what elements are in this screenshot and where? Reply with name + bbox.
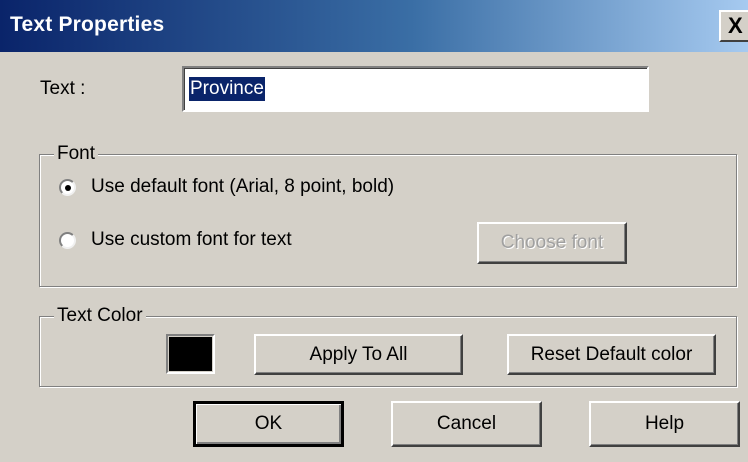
font-group-label: Font xyxy=(54,143,99,165)
reset-default-color-label: Reset Default color xyxy=(530,344,693,365)
choose-font-label: Choose font xyxy=(500,232,604,253)
help-button[interactable]: Help xyxy=(589,401,740,447)
default-font-label[interactable]: Use default font (Arial, 8 point, bold) xyxy=(91,176,394,198)
text-properties-dialog: Text Properties X Text : Province Font U… xyxy=(0,0,748,462)
cancel-button[interactable]: Cancel xyxy=(391,401,542,447)
custom-font-label[interactable]: Use custom font for text xyxy=(91,229,292,251)
title-bar[interactable]: Text Properties X xyxy=(0,0,748,52)
help-label: Help xyxy=(644,413,685,434)
color-swatch-fill xyxy=(169,337,212,371)
dialog-title: Text Properties xyxy=(10,13,165,36)
close-button[interactable]: X xyxy=(719,10,748,42)
reset-default-color-button[interactable]: Reset Default color xyxy=(507,334,716,375)
text-input[interactable]: Province xyxy=(182,66,649,112)
text-label: Text : xyxy=(40,78,86,99)
font-groupbox xyxy=(39,154,737,287)
color-swatch[interactable] xyxy=(166,334,215,374)
ok-label: OK xyxy=(254,413,283,434)
custom-font-radio[interactable] xyxy=(59,232,76,249)
close-icon: X xyxy=(728,13,743,38)
apply-to-all-label: Apply To All xyxy=(309,344,408,365)
apply-to-all-button[interactable]: Apply To All xyxy=(254,334,463,375)
radio-selected-dot xyxy=(64,184,71,191)
ok-button[interactable]: OK xyxy=(193,401,344,447)
text-input-value: Province xyxy=(189,77,265,101)
text-color-group-label: Text Color xyxy=(54,305,146,327)
cancel-label: Cancel xyxy=(436,413,497,434)
default-font-radio[interactable] xyxy=(59,179,76,196)
choose-font-button[interactable]: Choose font xyxy=(477,222,627,264)
